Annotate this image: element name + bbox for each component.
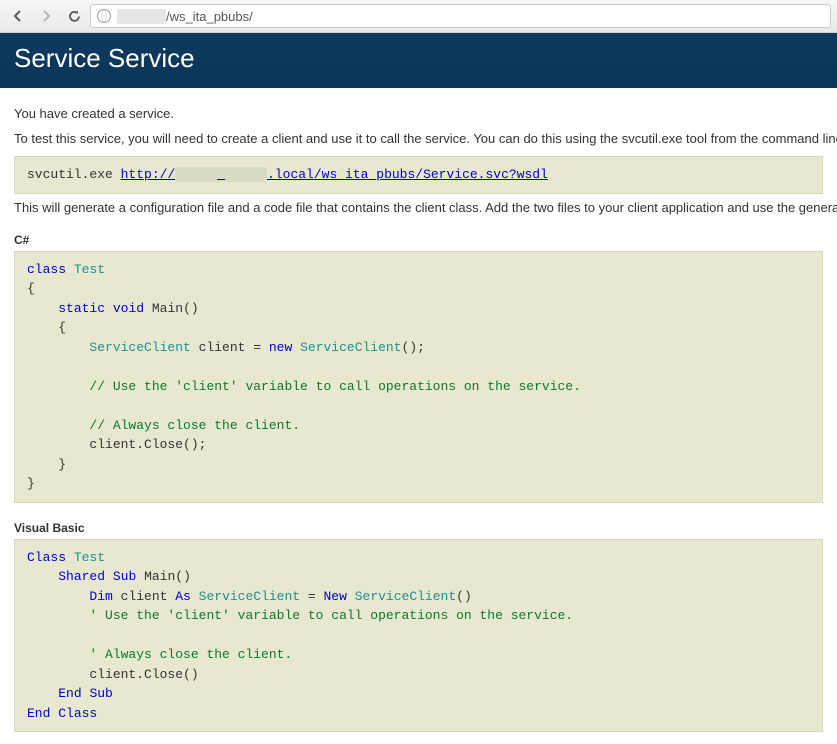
page-header: Service Service xyxy=(0,33,837,88)
vb-label: Visual Basic xyxy=(14,521,823,535)
address-bar[interactable]: xx/ws_ita_pbubs/ xyxy=(90,4,831,28)
page-title: Service Service xyxy=(14,43,823,74)
after-text: This will generate a configuration file … xyxy=(14,200,823,215)
wsdl-link[interactable]: http://x.local/ws_ita_pbubs/Service.svc?… xyxy=(121,167,548,182)
page-content: You have created a service. To test this… xyxy=(0,88,837,744)
browser-toolbar: xx/ws_ita_pbubs/ xyxy=(0,0,837,33)
svcutil-command: svcutil.exe http://x.local/ws_ita_pbubs/… xyxy=(14,156,823,194)
forward-button[interactable] xyxy=(34,4,58,28)
globe-icon xyxy=(97,9,111,23)
intro-line-1: You have created a service. xyxy=(14,106,823,121)
csharp-code: class Test { static void Main() { Servic… xyxy=(14,251,823,503)
reload-button[interactable] xyxy=(62,4,86,28)
url-text: xx/ws_ita_pbubs/ xyxy=(117,9,253,24)
vb-code: Class Test Shared Sub Main() Dim client … xyxy=(14,539,823,733)
csharp-label: C# xyxy=(14,233,823,247)
intro-line-2: To test this service, you will need to c… xyxy=(14,131,823,146)
back-button[interactable] xyxy=(6,4,30,28)
